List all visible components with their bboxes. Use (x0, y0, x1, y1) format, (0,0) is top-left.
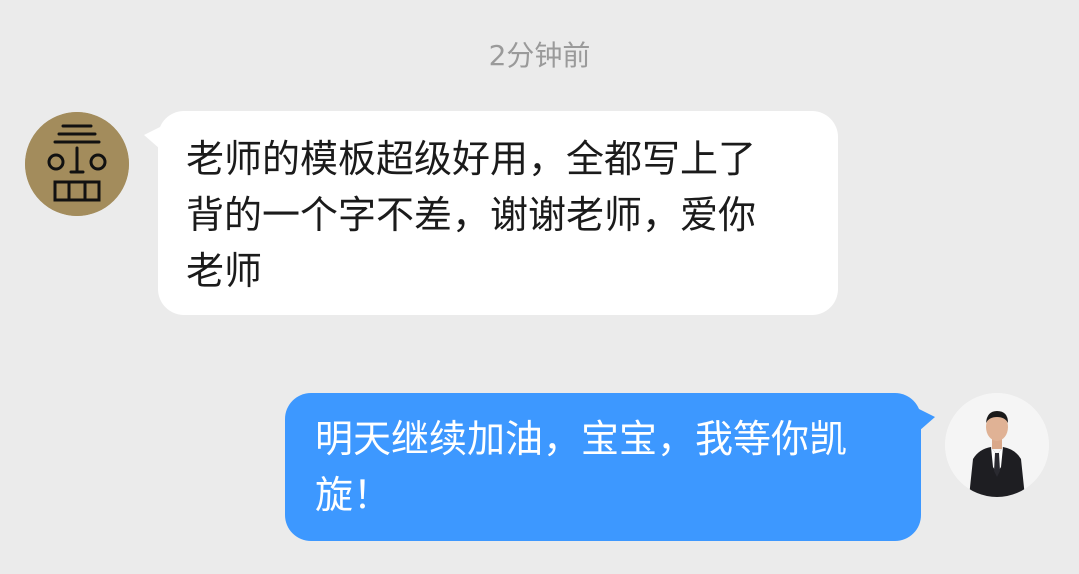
outgoing-message-bubble[interactable]: 明天继续加油，宝宝，我等你凯 旋！ (285, 393, 935, 541)
message-line: 老师的模板超级好用，全都写上了 (186, 137, 757, 181)
message-line: 老师 (186, 249, 263, 293)
man-in-suit-avatar-icon (945, 393, 1049, 497)
message-timestamp: 2分钟前 (488, 39, 591, 72)
message-line: 明天继续加油，宝宝，我等你凯 (315, 417, 848, 461)
user-avatar-icon[interactable] (945, 393, 1049, 497)
message-line: 旋！ (315, 473, 392, 517)
message-line: 背的一个字不差，谢谢老师，爱你 (186, 193, 757, 237)
contact-avatar-icon[interactable] (25, 112, 129, 216)
incoming-message-bubble[interactable]: 老师的模板超级好用，全都写上了 背的一个字不差，谢谢老师，爱你 老师 (144, 111, 838, 315)
face-glyph-avatar-icon (25, 112, 129, 216)
